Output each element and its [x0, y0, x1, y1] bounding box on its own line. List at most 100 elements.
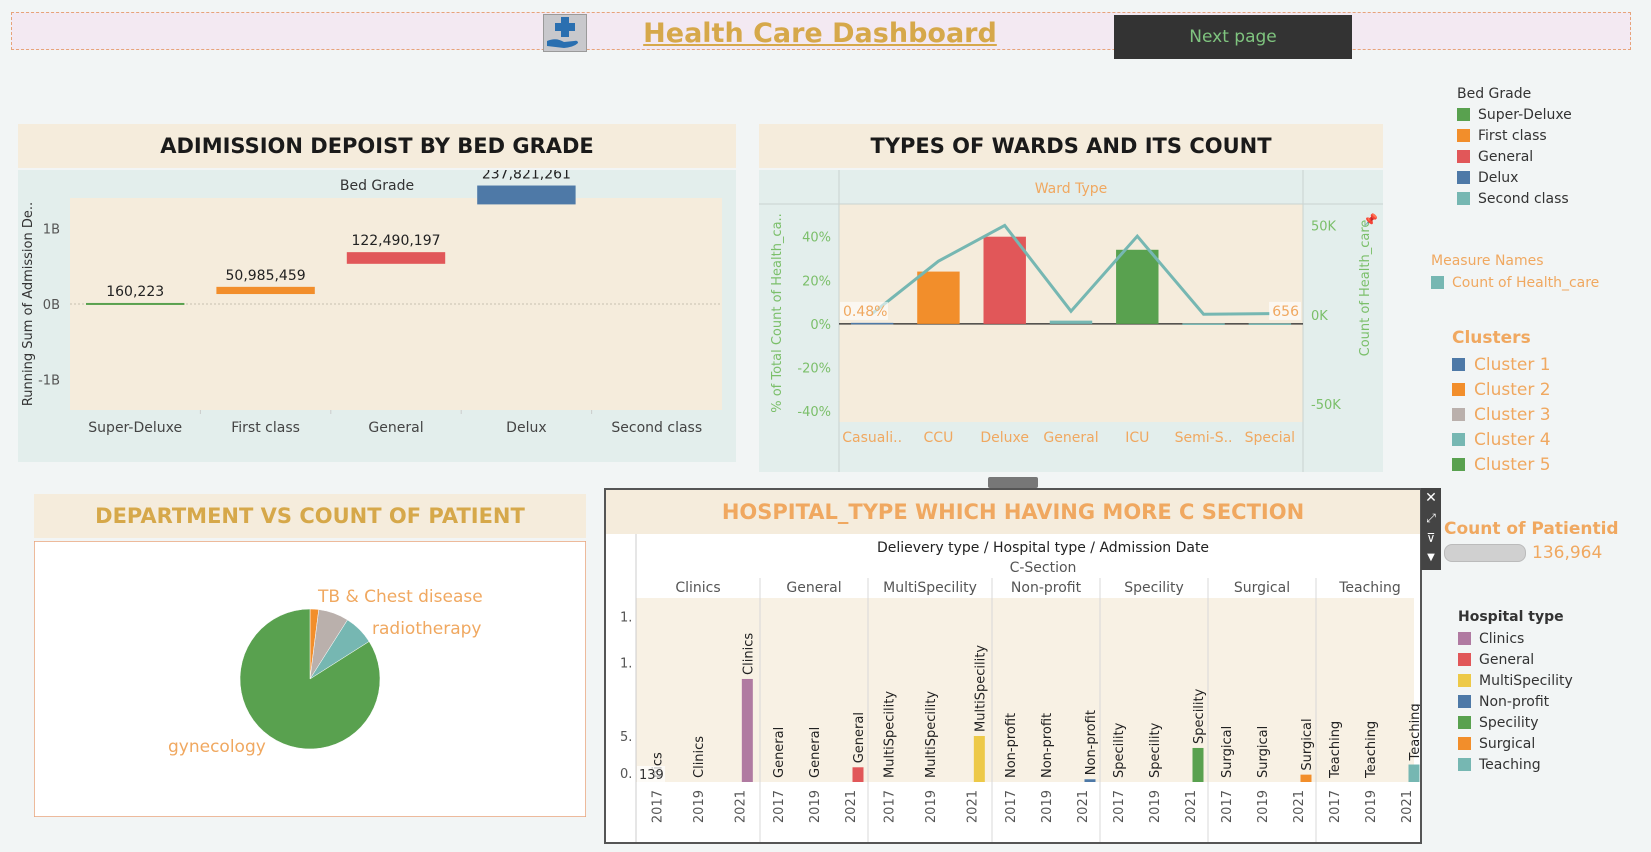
legend-item[interactable]: Surgical — [1458, 733, 1648, 754]
legend-item[interactable]: Non-profit — [1458, 691, 1648, 712]
dropdown-icon[interactable]: ▼ — [1421, 548, 1441, 568]
data-label: 0.48% — [843, 304, 887, 320]
legend-title: Hospital type — [1458, 609, 1564, 625]
filter-icon[interactable]: ⊽ — [1421, 528, 1441, 548]
legend-swatch — [1458, 758, 1471, 771]
bar-label: General — [772, 727, 787, 778]
popout-icon[interactable]: ⤢ — [1421, 508, 1441, 528]
legend-swatch — [1458, 632, 1471, 645]
bar — [216, 286, 315, 295]
y-tick-label: 0B — [43, 298, 60, 313]
bar-label: MultiSpecility — [883, 691, 898, 778]
x-tick-label: 2017 — [1328, 790, 1343, 823]
bar — [1084, 779, 1096, 782]
legend-item[interactable]: First class — [1457, 125, 1647, 146]
bar-label: General — [852, 712, 867, 763]
x-tick-label: CCU — [924, 430, 954, 446]
wards-chart: Ward Type 40% 20% 0% -20% -40% 50K 0K -50K % of T… — [759, 170, 1383, 472]
slice-label: TB & Chest disease — [317, 587, 483, 607]
legend-item[interactable]: Cluster 1 — [1452, 352, 1642, 377]
department-title: DEPARTMENT VS COUNT OF PATIENT — [34, 494, 586, 538]
group-header: Specility — [1124, 580, 1184, 596]
legend-swatch — [1431, 276, 1444, 289]
bar-label: Teaching — [1408, 703, 1420, 761]
clusters-legend: Clusters Cluster 1 Cluster 2 Cluster 3 Clus… — [1452, 328, 1642, 477]
y-tick-label: 1. — [620, 610, 632, 625]
legend-swatch — [1452, 433, 1465, 446]
dashboard-title[interactable]: Health Care Dashboard — [600, 14, 1040, 54]
x-tick-label: 2021 — [965, 790, 980, 823]
legend-swatch — [1458, 695, 1471, 708]
bar-label: Non-profit — [1004, 713, 1019, 778]
y-tick-label: -20% — [797, 362, 831, 377]
bar-label: MultiSpecility — [924, 691, 939, 778]
x-tick-label: 2019 — [692, 790, 707, 823]
next-page-button[interactable]: Next page — [1114, 15, 1352, 59]
x-tick-label: First class — [231, 420, 300, 436]
legend-swatch — [1457, 171, 1470, 184]
bar-label: Teaching — [1328, 721, 1343, 779]
legend-item[interactable]: Cluster 3 — [1452, 402, 1642, 427]
bar-label: Surgical — [1300, 718, 1315, 770]
x-tick-label: Super-Deluxe — [88, 420, 182, 436]
legend-swatch — [1452, 383, 1465, 396]
legend-label: Non-profit — [1479, 693, 1550, 710]
bar — [1182, 323, 1225, 325]
group-header: Clinics — [675, 580, 720, 596]
legend-title: Clusters — [1452, 328, 1531, 348]
legend-item[interactable]: Cluster 5 — [1452, 452, 1642, 477]
csection-title: HOSPITAL_TYPE WHICH HAVING MORE C SECTIO… — [606, 490, 1420, 534]
bar-label: MultiSpecility — [973, 645, 988, 732]
legend-item[interactable]: General — [1458, 649, 1648, 670]
x-tick-label: 2017 — [1220, 790, 1235, 823]
bar — [1049, 320, 1093, 324]
panel-toolbar: ✕ ⤢ ⊽ ▼ — [1421, 488, 1441, 570]
y-axis-label: % of Total Count of Health_ca.. — [770, 213, 785, 413]
x-tick-label: Semi-S.. — [1175, 430, 1233, 446]
legend-swatch — [1452, 408, 1465, 421]
bar — [852, 767, 864, 782]
legend-item[interactable]: Super-Deluxe — [1457, 104, 1647, 125]
x-tick-label: 2021 — [844, 790, 859, 823]
legend-label: General — [1479, 651, 1535, 668]
x-tick-label: 2021 — [733, 790, 748, 823]
legend-title: Bed Grade — [1457, 86, 1532, 102]
legend-item[interactable]: Cluster 2 — [1452, 377, 1642, 402]
bar-label: Clinics — [692, 736, 707, 778]
chart-subheader: C-Section — [1010, 560, 1077, 576]
legend-label: Delux — [1478, 169, 1519, 186]
bar-label: Non-profit — [1084, 710, 1099, 775]
measure-legend: Measure Names Count of Health_care — [1431, 253, 1641, 293]
close-icon[interactable]: ✕ — [1421, 488, 1441, 508]
bar-label: Specility — [1192, 688, 1207, 744]
bar-label: Surgical — [1256, 726, 1271, 778]
data-label: 237,821,261 — [482, 170, 571, 183]
count-patient-title: Count of Patientid — [1444, 519, 1619, 539]
legend-item[interactable]: Specility — [1458, 712, 1648, 733]
y-tick-label: 1B — [43, 222, 60, 237]
y-tick-label: 0% — [810, 318, 831, 333]
x-tick-label: 2017 — [1112, 790, 1127, 823]
bar — [1408, 764, 1420, 782]
department-pie-chart: gynecology TB & Chest disease radiotherapy — [34, 541, 586, 817]
legend-item[interactable]: MultiSpecility — [1458, 670, 1648, 691]
legend-item[interactable]: Second class — [1457, 188, 1647, 209]
bed-grade-chart: Bed Grade 1B 0B -1BRunning Sum of Admission… — [18, 170, 736, 462]
legend-item[interactable]: Teaching — [1458, 754, 1648, 775]
data-label: 50,985,459 — [226, 268, 306, 284]
x-tick-label: 2017 — [883, 790, 898, 823]
y-axis-label: Running Sum of Admission De.. — [21, 202, 36, 406]
legend-item[interactable]: Cluster 4 — [1452, 427, 1642, 452]
x-tick-label: 2017 — [772, 790, 787, 823]
legend-item[interactable]: Clinics — [1458, 628, 1648, 649]
legend-label: Second class — [1478, 190, 1569, 207]
drag-handle[interactable] — [988, 477, 1038, 488]
y-tick-label: -1B — [38, 374, 60, 389]
csection-chart: Delievery type / Hospital type / Admissi… — [606, 534, 1420, 842]
legend-item[interactable]: Count of Health_care — [1431, 272, 1641, 293]
pin-icon: 📌 — [1363, 212, 1378, 227]
legend-title: Measure Names — [1431, 253, 1544, 269]
legend-item[interactable]: General — [1457, 146, 1647, 167]
legend-label: Cluster 3 — [1474, 404, 1551, 425]
legend-item[interactable]: Delux — [1457, 167, 1647, 188]
